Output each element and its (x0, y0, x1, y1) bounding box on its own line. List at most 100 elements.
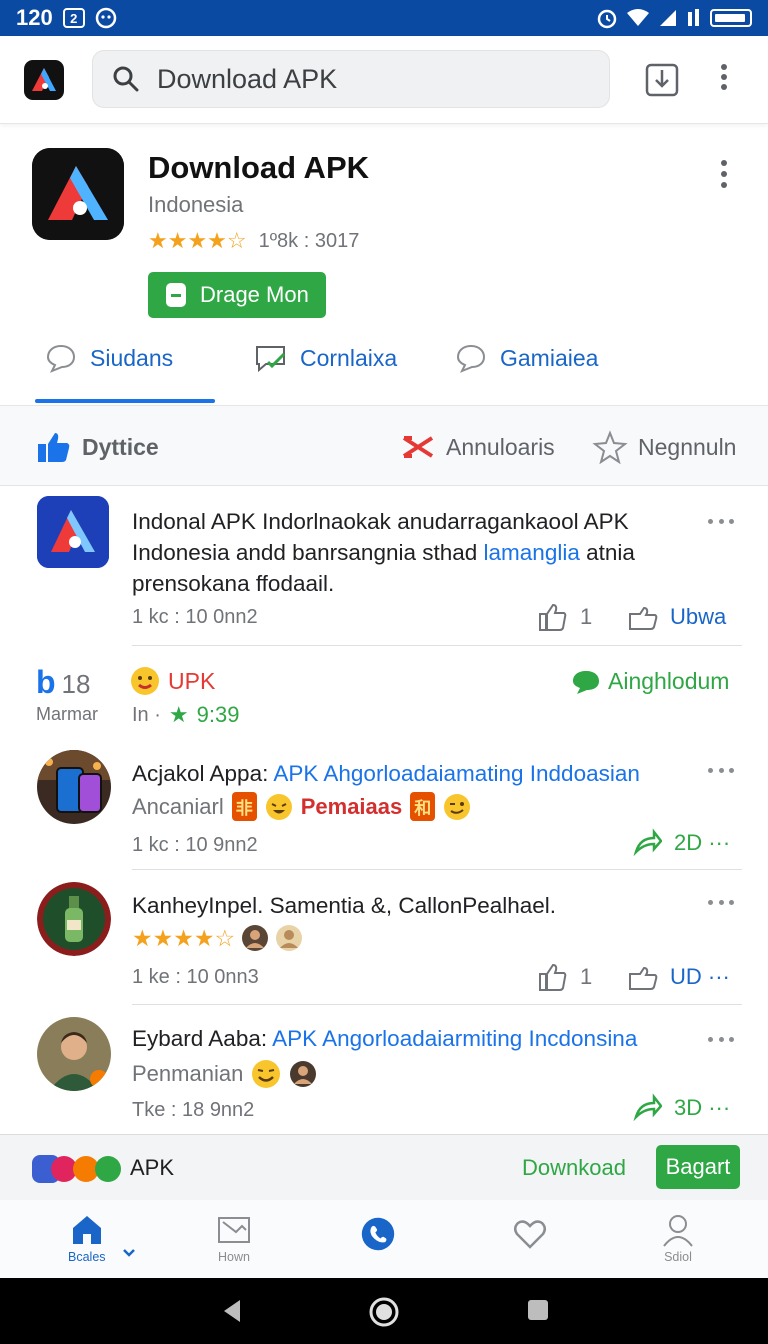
nav-favorites[interactable] (512, 1216, 548, 1252)
sim-icon (688, 9, 699, 26)
chat-link[interactable]: Ainghlodum (572, 668, 729, 695)
nav-hown[interactable]: Hown (216, 1212, 252, 1264)
image-icon (218, 1217, 250, 1243)
social-icons (32, 1155, 121, 1183)
like-button[interactable]: 1 (538, 602, 592, 632)
install-button[interactable]: Drage Mon (148, 272, 326, 318)
tab-label: Siudans (90, 344, 174, 371)
chat-bubble-icon (46, 344, 76, 373)
heart-icon (514, 1220, 546, 1249)
post-header: Acjakol Appa: APK Ahgorloadaiamating Ind… (132, 758, 692, 789)
share-button[interactable]: Ubwa (628, 602, 726, 632)
post-link[interactable]: APK Angorloadaiarmiting Incdonsina (272, 1026, 637, 1051)
tab-cornlaixa[interactable]: Cornlaixa (254, 342, 397, 374)
user-avatar (37, 882, 111, 956)
recents-icon[interactable] (526, 1298, 550, 1322)
post-meta: 1 kc : 10 9nn2 (132, 834, 258, 856)
share-label: Ubwa (670, 604, 727, 629)
thumbs-up-outline-icon (539, 603, 567, 631)
search-box[interactable] (92, 50, 610, 108)
like-button[interactable]: 1 (538, 962, 592, 992)
post-item[interactable]: Eybard Aaba: APK Angorloadaiarmiting Inc… (0, 1005, 768, 1135)
like-count: 1 (580, 964, 593, 989)
laughing-emoji-icon (265, 793, 292, 820)
app-region: Indonesia (148, 192, 244, 217)
nav-home[interactable]: Bcales (68, 1212, 106, 1264)
post-more-icon[interactable] (708, 519, 734, 527)
post-link[interactable]: APK Ahgorloadaiamating Inddoasian (273, 761, 640, 786)
filter-dyttice[interactable]: Dyttice (36, 430, 159, 464)
overflow-menu-icon[interactable] (712, 62, 736, 90)
bagart-button[interactable]: Bagart (656, 1145, 740, 1189)
share-button[interactable]: 2D ··· (632, 828, 730, 858)
post-body: Indonal APK Indorlnaokak anudarragankaoo… (132, 506, 692, 599)
post-author[interactable]: Eybard Aaba: (132, 1026, 272, 1051)
app-logo-icon[interactable] (24, 60, 64, 100)
signal-icon (660, 10, 676, 26)
upk-sub: In · (132, 703, 161, 726)
top-search-bar (0, 36, 768, 124)
share-label: 3D ··· (674, 1095, 731, 1120)
banner-label: APK (130, 1155, 175, 1180)
notification-icon: 2 (62, 8, 85, 28)
share-arrow-icon (633, 1093, 662, 1122)
download-icon[interactable] (644, 60, 680, 98)
post-more-icon[interactable] (708, 768, 734, 776)
post-link[interactable]: lamanglia (484, 540, 580, 565)
count-prefix: b (36, 664, 56, 700)
post-header: Eybard Aaba: APK Angorloadaiarmiting Inc… (132, 1023, 692, 1054)
tab-label: Gamiaiea (500, 344, 599, 371)
rating-count: 1º8k : 3017 (258, 229, 360, 252)
tab-label: Cornlaixa (300, 344, 398, 371)
nav-label: Bcales (68, 1250, 106, 1264)
app-icon (32, 148, 124, 240)
post-author[interactable]: KanheyInpel. Samentia &, CallonPealhael. (132, 890, 692, 921)
filter-annuloaris[interactable]: Annuloaris (400, 430, 555, 464)
user-avatar (37, 750, 111, 824)
share-button[interactable]: 3D ··· (632, 1093, 730, 1123)
chat-label: Ainghlodum (608, 668, 730, 694)
filter-negnnuln[interactable]: Negnnuln (592, 430, 736, 464)
post-more-icon[interactable] (708, 900, 734, 908)
tag-badge: 非 (231, 792, 257, 821)
rating-row: ★★★★☆ 1º8k : 3017 (148, 228, 359, 254)
status-time: 120 (16, 5, 53, 30)
search-input[interactable] (157, 63, 557, 95)
chat-filled-icon (573, 670, 599, 694)
star-outline-icon (592, 430, 628, 464)
bottom-banner: APK Downkoad Bagart (0, 1134, 768, 1200)
nav-phone[interactable] (360, 1216, 396, 1252)
nav-profile[interactable]: Sdiol (660, 1212, 696, 1264)
home-icon (72, 1216, 101, 1244)
tag-badge: 和 (410, 792, 436, 821)
filter-row: Dyttice Annuloaris Negnnuln (0, 406, 768, 486)
share-label: UD ··· (670, 964, 730, 989)
post-item[interactable]: Indonal APK Indorlnaokak anudarragankaoo… (0, 486, 768, 646)
person-icon (290, 1061, 317, 1087)
phone-icon (361, 1217, 395, 1251)
chevron-down-icon[interactable] (122, 1248, 136, 1258)
star-icon: ★ (168, 702, 189, 727)
money-emoji-icon (252, 1060, 281, 1088)
system-navigation (0, 1278, 768, 1344)
tab-siudans[interactable]: Siudans (44, 342, 173, 374)
post-item[interactable]: KanheyInpel. Samentia &, CallonPealhael.… (0, 870, 768, 1004)
back-icon[interactable] (220, 1298, 244, 1324)
status-bar: 120 2 (0, 0, 768, 36)
post-sub-label: Penmanian (132, 1061, 244, 1086)
post-more-icon[interactable] (708, 1037, 734, 1045)
home-circle-icon[interactable] (368, 1296, 400, 1328)
app-more-icon[interactable] (712, 158, 736, 188)
user-avatar (37, 1017, 111, 1091)
share-arrow-icon (633, 828, 662, 857)
post-item[interactable]: Acjakol Appa: APK Ahgorloadaiamating Ind… (0, 738, 768, 870)
thumbs-up-outline-icon (539, 963, 567, 991)
upk-badge[interactable]: UPK (130, 666, 215, 696)
install-icon (166, 283, 186, 307)
post-sub: Penmanian (132, 1059, 317, 1089)
post-author[interactable]: Acjakol Appa: (132, 761, 273, 786)
share-button[interactable]: UD ··· (628, 962, 730, 992)
app-avatar (37, 496, 109, 568)
tab-gamiaiea[interactable]: Gamiaiea (454, 342, 598, 374)
download-link[interactable]: Downkoad (522, 1155, 626, 1181)
